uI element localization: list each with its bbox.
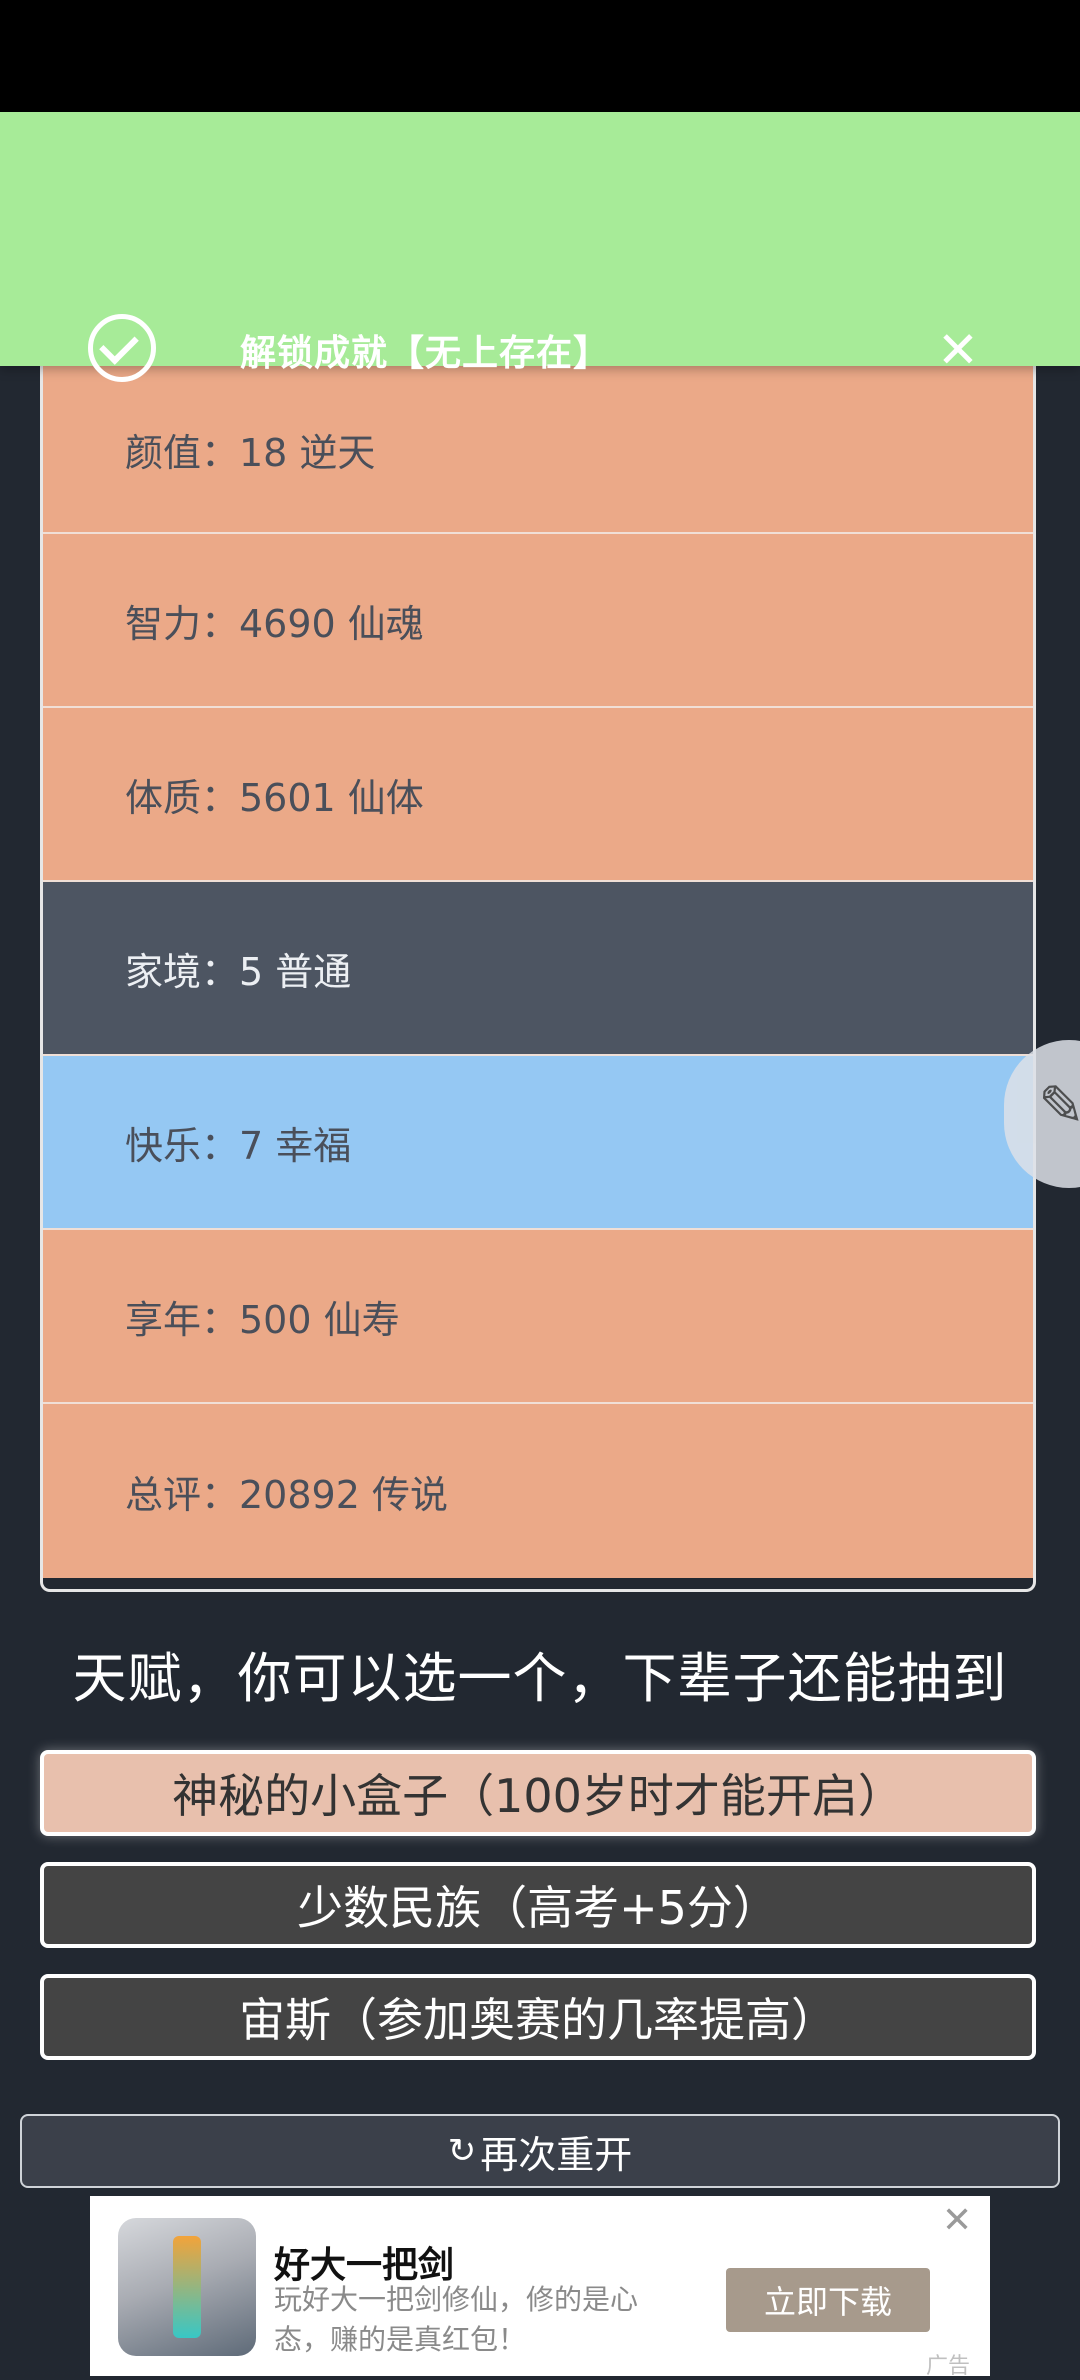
talent-option-3[interactable]: 宙斯（参加奥赛的几率提高）	[40, 1974, 1036, 2060]
stat-row-happiness: 快乐：7 幸福	[43, 1056, 1033, 1230]
sword-icon	[173, 2236, 201, 2338]
restart-label: 再次重开	[480, 2132, 633, 2177]
stat-row-constitution: 体质：5601 仙体	[43, 708, 1033, 882]
toast-message: 解锁成就【无上存在】	[240, 333, 611, 374]
brush-icon: ✎	[1038, 1074, 1080, 1139]
ad-tag: 广告	[926, 2354, 971, 2379]
stat-row-family: 家境：5 普通	[43, 882, 1033, 1056]
refresh-icon: ↻	[447, 2131, 477, 2171]
attribute-list: 颜值：18 逆天 智力：4690 仙魂 体质：5601 仙体 家境：5 普通 快…	[40, 366, 1036, 1592]
stat-label: 享年：500 仙寿	[125, 1297, 400, 1342]
close-icon[interactable]: ✕	[930, 322, 986, 378]
stat-label: 颜值：18 逆天	[125, 430, 376, 475]
restart-button[interactable]: ↻ 再次重开	[20, 2114, 1060, 2188]
stat-label: 体质：5601 仙体	[125, 775, 424, 820]
download-button[interactable]: 立即下载	[726, 2268, 930, 2332]
ad-description: 玩好大一把剑修仙，修的是心态，赚的是真红包！	[274, 2283, 639, 2356]
game-app-icon	[118, 2218, 256, 2356]
talent-option-2[interactable]: 少数民族（高考+5分）	[40, 1862, 1036, 1948]
stat-label: 快乐：7 幸福	[125, 1123, 352, 1168]
ad-banner[interactable]: 好大一把剑 玩好大一把剑修仙，修的是心态，赚的是真红包！ 立即下载 ✕ 广告	[90, 2196, 990, 2379]
stat-row-total: 总评：20892 传说	[43, 1404, 1033, 1578]
stat-row-lifespan: 享年：500 仙寿	[43, 1230, 1033, 1404]
stat-row-intelligence: 智力：4690 仙魂	[43, 534, 1033, 708]
stat-label: 家境：5 普通	[125, 949, 352, 994]
check-circle-icon	[88, 314, 156, 382]
stat-label: 智力：4690 仙魂	[125, 601, 424, 646]
ad-close-icon[interactable]: ✕	[942, 2200, 972, 2241]
achievement-toast: 解锁成就【无上存在】 ✕	[0, 112, 1080, 382]
stat-row-appearance: 颜值：18 逆天	[43, 366, 1033, 534]
stat-label: 总评：20892 传说	[125, 1472, 448, 1517]
talent-prompt: 天赋，你可以选一个，下辈子还能抽到	[72, 1647, 1008, 1710]
status-bar	[0, 0, 1080, 112]
talent-option-1[interactable]: 神秘的小盒子（100岁时才能开启）	[40, 1750, 1036, 1836]
